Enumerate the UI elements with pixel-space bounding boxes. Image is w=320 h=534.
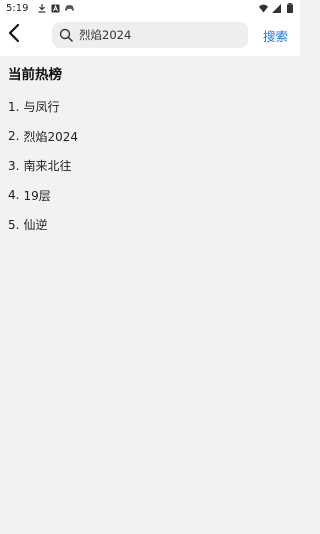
hot-rank: 2. bbox=[8, 129, 20, 144]
hot-item-label: 烈焰2024 bbox=[23, 129, 78, 144]
game-icon bbox=[65, 3, 75, 13]
list-item[interactable]: 1. 与凤行 bbox=[8, 92, 268, 122]
hot-list-title: 当前热榜 bbox=[8, 67, 62, 83]
search-button[interactable]: 搜索 bbox=[263, 26, 288, 45]
list-item[interactable]: 3. 南来北往 bbox=[8, 151, 268, 181]
list-item[interactable]: 5. 仙逆 bbox=[8, 210, 268, 240]
hot-list: 1. 与凤行 2. 烈焰2024 3. 南来北往 4. 19层 5. 仙逆 bbox=[8, 92, 268, 240]
list-item[interactable]: 2. 烈焰2024 bbox=[8, 122, 268, 152]
a-icon bbox=[51, 3, 60, 13]
back-button[interactable] bbox=[4, 23, 24, 47]
signal-icon bbox=[272, 3, 281, 13]
hot-item-label: 南来北往 bbox=[23, 159, 72, 174]
battery-icon bbox=[285, 3, 294, 13]
download-icon bbox=[37, 3, 46, 13]
hot-rank: 4. bbox=[8, 188, 20, 203]
chevron-left-icon bbox=[8, 23, 20, 47]
search-icon bbox=[59, 28, 73, 42]
hot-item-label: 与凤行 bbox=[23, 100, 60, 115]
status-time: 5:19 bbox=[6, 2, 29, 14]
status-left: 5:19 bbox=[6, 2, 75, 14]
hot-rank: 3. bbox=[8, 158, 20, 173]
status-right bbox=[259, 3, 294, 13]
hot-item-label: 19层 bbox=[23, 188, 51, 203]
list-item[interactable]: 4. 19层 bbox=[8, 181, 268, 211]
hot-rank: 1. bbox=[8, 99, 20, 114]
header: 搜索 bbox=[0, 16, 300, 56]
hot-rank: 5. bbox=[8, 217, 20, 232]
search-box[interactable] bbox=[52, 22, 248, 48]
hot-item-label: 仙逆 bbox=[23, 218, 48, 233]
status-bar: 5:19 bbox=[0, 0, 300, 16]
search-input[interactable] bbox=[79, 28, 239, 42]
wifi-icon bbox=[259, 3, 268, 13]
